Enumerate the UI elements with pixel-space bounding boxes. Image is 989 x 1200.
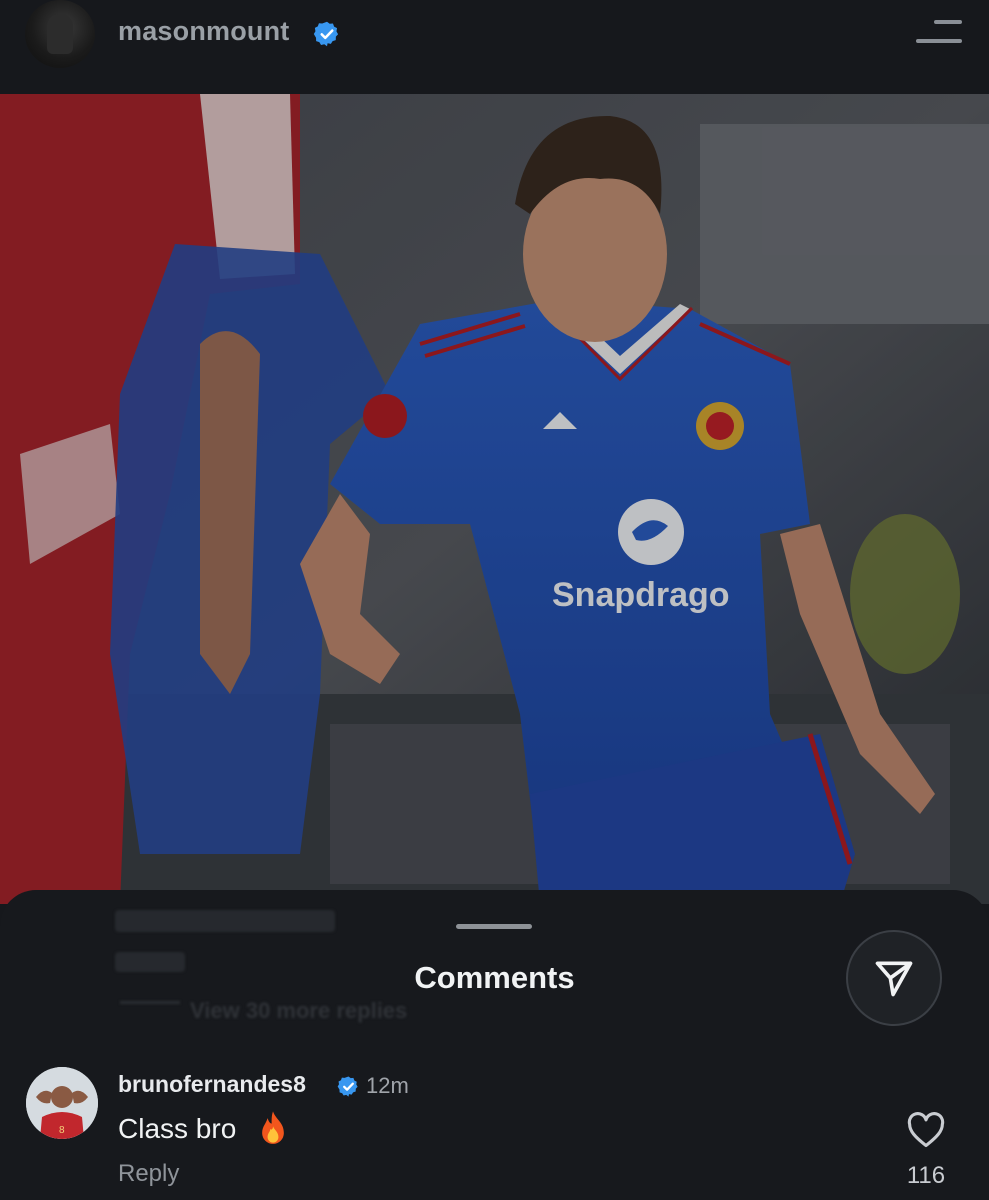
comments-sheet: View 30 more replies Comments 8 brunofer… [0,890,989,1200]
faded-divider [120,1001,180,1004]
faded-comment-line [115,910,335,932]
verified-badge-icon [313,20,341,53]
send-button[interactable] [846,930,942,1026]
faded-view-replies: View 30 more replies [190,998,408,1023]
comment-text: Class bro [118,1113,237,1144]
comment-username[interactable]: brunofernandes8 [118,1071,306,1098]
like-count: 116 [906,1162,946,1189]
post-username[interactable]: masonmount [118,16,290,47]
comment-timestamp: 12m [366,1073,409,1098]
hamburger-menu-icon[interactable] [914,20,964,46]
post-photo[interactable]: Snapdrago [0,94,989,904]
post-header: masonmount [0,0,989,94]
svg-text:8: 8 [59,1125,65,1136]
comments-title: Comments [414,960,575,995]
fire-emoji-icon [256,1110,290,1153]
profile-avatar[interactable] [25,0,95,68]
heart-outline-icon[interactable] [906,1112,946,1153]
verified-badge-icon [337,1075,360,1103]
reply-button[interactable]: Reply [118,1160,179,1188]
sheet-grabber[interactable] [456,924,532,929]
commenter-avatar[interactable]: 8 [26,1067,98,1139]
send-icon [875,961,913,997]
